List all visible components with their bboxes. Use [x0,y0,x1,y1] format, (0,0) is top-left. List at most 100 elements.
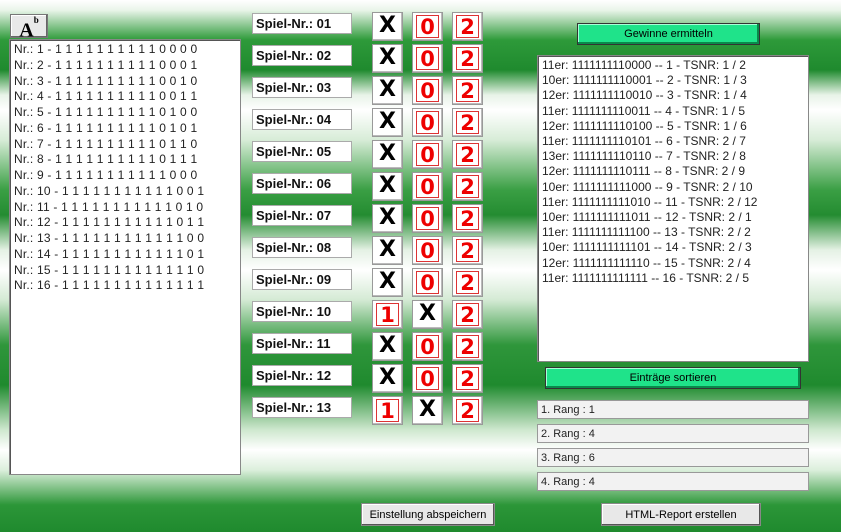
tip-symbol: 2 [456,111,479,134]
number-list-item[interactable]: Nr.: 15 - 1 1 1 1 1 1 1 1 1 1 1 1 1 0 [14,263,236,279]
tip-cell-1[interactable]: 1X [372,268,403,297]
numbers-listbox[interactable]: Nr.: 1 - 1 1 1 1 1 1 1 1 1 1 0 0 0 0 Nr.:… [9,39,241,475]
result-list-item[interactable]: 10er: 1111111110001 -- 2 - TSNR: 1 / 3 [542,73,804,88]
tip-cell-1[interactable]: 1X [372,332,403,361]
tip-cell-0[interactable]: 0 [412,332,443,361]
number-list-item[interactable]: Nr.: 14 - 1 1 1 1 1 1 1 1 1 1 1 1 0 1 [14,247,236,263]
number-list-item[interactable]: Nr.: 16 - 1 1 1 1 1 1 1 1 1 1 1 1 1 1 [14,278,236,294]
result-list-item[interactable]: 10er: 1111111111000 -- 9 - TSNR: 2 / 10 [542,180,804,195]
result-list-item[interactable]: 11er: 1111111111010 -- 11 - TSNR: 2 / 12 [542,195,804,210]
tip-cell-1[interactable]: 1X [372,172,403,201]
tip-cell-2[interactable]: 2 [452,236,483,265]
results-listbox[interactable]: 11er: 1111111110000 -- 1 - TSNR: 1 / 2 10… [537,55,809,362]
number-list-item[interactable]: Nr.: 2 - 1 1 1 1 1 1 1 1 1 1 0 0 0 1 [14,58,236,74]
tip-symbol: 2 [456,15,479,38]
result-list-item[interactable]: 12er: 1111111110111 -- 8 - TSNR: 2 / 9 [542,164,804,179]
cross-mark-icon: X [379,269,396,294]
tip-cell-0[interactable]: 0 [412,204,443,233]
tip-cell-2[interactable]: 2 [452,108,483,137]
tip-cell-0[interactable]: 0 [412,268,443,297]
game-number-label: Spiel-Nr.: 11 [252,333,352,354]
tip-cell-1[interactable]: 1X [372,108,403,137]
number-list-item[interactable]: Nr.: 8 - 1 1 1 1 1 1 1 1 1 1 0 1 1 1 [14,152,236,168]
number-list-item[interactable]: Nr.: 7 - 1 1 1 1 1 1 1 1 1 1 0 1 1 0 [14,137,236,153]
result-list-item[interactable]: 11er: 1111111111100 -- 13 - TSNR: 2 / 2 [542,225,804,240]
tip-cell-1[interactable]: 1X [372,76,403,105]
rank-field: 3. Rang : 6 [537,448,809,467]
cross-mark-icon: X [379,237,396,262]
result-list-item[interactable]: 12er: 1111111111110 -- 15 - TSNR: 2 / 4 [542,256,804,271]
gewinne-ermitteln-button[interactable]: Gewinne ermitteln [577,23,760,45]
tip-symbol: 0 [416,175,439,198]
tip-cell-2[interactable]: 2 [452,44,483,73]
cross-mark-icon: X [379,77,396,102]
cross-mark-icon: X [379,173,396,198]
number-list-item[interactable]: Nr.: 9 - 1 1 1 1 1 1 1 1 1 1 1 0 0 0 [14,168,236,184]
cross-mark-icon: X [419,397,436,422]
result-list-item[interactable]: 12er: 1111111110100 -- 5 - TSNR: 1 / 6 [542,119,804,134]
tip-cell-0[interactable]: 0X [412,396,443,425]
cross-mark-icon: X [379,333,396,358]
result-list-item[interactable]: 11er: 1111111110101 -- 6 - TSNR: 2 / 7 [542,134,804,149]
tip-cell-2[interactable]: 2 [452,300,483,329]
eintraege-sortieren-button[interactable]: Einträge sortieren [545,367,801,389]
tip-symbol: 0 [416,79,439,102]
result-list-item[interactable]: 10er: 1111111111011 -- 12 - TSNR: 2 / 1 [542,210,804,225]
tip-symbol: 2 [456,47,479,70]
tip-symbol: 2 [456,239,479,262]
tip-symbol: 0 [416,335,439,358]
font-settings-button[interactable]: Ab [10,14,48,42]
tip-cell-2[interactable]: 2 [452,204,483,233]
tip-cell-2[interactable]: 2 [452,12,483,41]
number-list-item[interactable]: Nr.: 3 - 1 1 1 1 1 1 1 1 1 1 0 0 1 0 [14,74,236,90]
tip-cell-0[interactable]: 0 [412,140,443,169]
tip-cell-1[interactable]: 1X [372,364,403,393]
tip-cell-0[interactable]: 0 [412,76,443,105]
tip-cell-0[interactable]: 0 [412,364,443,393]
result-list-item[interactable]: 13er: 1111111110110 -- 7 - TSNR: 2 / 8 [542,149,804,164]
tip-cell-2[interactable]: 2 [452,396,483,425]
tip-symbol: 2 [456,271,479,294]
number-list-item[interactable]: Nr.: 13 - 1 1 1 1 1 1 1 1 1 1 1 1 0 0 [14,231,236,247]
result-list-item[interactable]: 12er: 1111111110010 -- 3 - TSNR: 1 / 4 [542,88,804,103]
tip-cell-0[interactable]: 0 [412,172,443,201]
result-list-item[interactable]: 11er: 1111111111111 -- 16 - TSNR: 2 / 5 [542,271,804,286]
game-number-label: Spiel-Nr.: 05 [252,141,352,162]
result-list-item[interactable]: 11er: 1111111110011 -- 4 - TSNR: 1 / 5 [542,104,804,119]
tip-cell-1[interactable]: 1 [372,396,403,425]
tip-cell-0[interactable]: 0 [412,108,443,137]
tip-cell-0[interactable]: 0X [412,300,443,329]
tip-cell-1[interactable]: 1X [372,44,403,73]
number-list-item[interactable]: Nr.: 5 - 1 1 1 1 1 1 1 1 1 1 0 1 0 0 [14,105,236,121]
number-list-item[interactable]: Nr.: 11 - 1 1 1 1 1 1 1 1 1 1 1 0 1 0 [14,200,236,216]
game-number-label: Spiel-Nr.: 01 [252,13,352,34]
tip-cell-2[interactable]: 2 [452,172,483,201]
tip-cell-0[interactable]: 0 [412,236,443,265]
number-list-item[interactable]: Nr.: 6 - 1 1 1 1 1 1 1 1 1 1 0 1 0 1 [14,121,236,137]
number-list-item[interactable]: Nr.: 10 - 1 1 1 1 1 1 1 1 1 1 1 0 0 1 [14,184,236,200]
tip-cell-1[interactable]: 1X [372,140,403,169]
rank-field: 2. Rang : 4 [537,424,809,443]
tip-cell-0[interactable]: 0 [412,44,443,73]
tip-cell-1[interactable]: 1X [372,12,403,41]
tip-cell-2[interactable]: 2 [452,364,483,393]
result-list-item[interactable]: 10er: 1111111111101 -- 14 - TSNR: 2 / 3 [542,240,804,255]
tip-symbol: 2 [456,79,479,102]
tip-cell-2[interactable]: 2 [452,140,483,169]
tip-symbol: 0 [416,207,439,230]
number-list-item[interactable]: Nr.: 12 - 1 1 1 1 1 1 1 1 1 1 1 0 1 1 [14,215,236,231]
tip-cell-2[interactable]: 2 [452,76,483,105]
tip-cell-2[interactable]: 2 [452,268,483,297]
number-list-item[interactable]: Nr.: 4 - 1 1 1 1 1 1 1 1 1 1 0 0 1 1 [14,89,236,105]
result-list-item[interactable]: 11er: 1111111110000 -- 1 - TSNR: 1 / 2 [542,58,804,73]
tip-cell-1[interactable]: 1X [372,204,403,233]
number-list-item[interactable]: Nr.: 1 - 1 1 1 1 1 1 1 1 1 1 0 0 0 0 [14,42,236,58]
rank-field: 4. Rang : 4 [537,472,809,491]
html-report-button[interactable]: HTML-Report erstellen [601,503,761,526]
tip-cell-1[interactable]: 1X [372,236,403,265]
tip-cell-2[interactable]: 2 [452,332,483,361]
einstellung-abspeichern-button[interactable]: Einstellung abspeichern [361,503,495,526]
game-number-label: Spiel-Nr.: 12 [252,365,352,386]
tip-cell-0[interactable]: 0 [412,12,443,41]
tip-cell-1[interactable]: 1 [372,300,403,329]
